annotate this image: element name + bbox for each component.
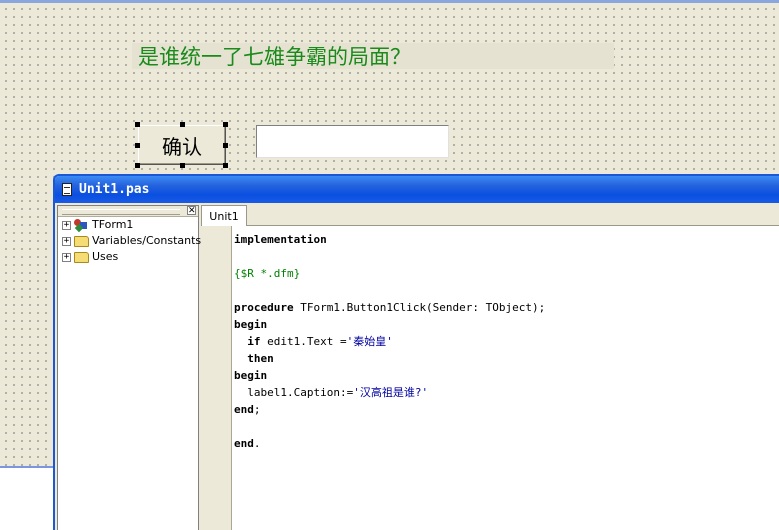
editor-titlebar[interactable]: Unit1.pas xyxy=(55,176,779,203)
code-text-span: ; xyxy=(253,403,261,416)
tree-item-label: Uses xyxy=(92,250,119,263)
tree-item-label: Variables/Constants xyxy=(92,234,202,247)
code-line: end; xyxy=(234,401,545,418)
explorer-header[interactable]: ✕ xyxy=(58,206,198,217)
code-line: begin xyxy=(234,316,545,333)
resize-handle-top-left[interactable] xyxy=(135,122,140,127)
compiler-directive: {$R *.dfm} xyxy=(234,267,301,280)
expand-icon[interactable]: + xyxy=(62,252,71,262)
keyword: end xyxy=(234,437,254,450)
code-line: procedure TForm1.Button1Click(Sender: TO… xyxy=(234,299,545,316)
code-line: {$R *.dfm} xyxy=(234,265,545,282)
tab-unit1[interactable]: Unit1 xyxy=(201,205,247,226)
keyword: implementation xyxy=(234,233,327,246)
document-icon xyxy=(62,183,72,196)
code-explorer-pane[interactable]: ✕ + TForm1 + Variables/Constants + Uses xyxy=(57,205,201,530)
folder-icon xyxy=(74,251,89,263)
resize-handle-bottom-right[interactable] xyxy=(223,163,228,168)
window-title: Unit1.pas xyxy=(79,182,150,197)
keyword: begin xyxy=(234,318,268,331)
form-icon xyxy=(74,219,89,233)
code-text-span: label1.Caption:= xyxy=(234,386,354,399)
tree-item-uses[interactable]: + Uses xyxy=(62,249,118,265)
tree-item-variables-constants[interactable]: + Variables/Constants xyxy=(62,233,201,249)
keyword: then xyxy=(247,352,274,365)
keyword: end xyxy=(234,403,254,416)
code-editor-window[interactable]: Unit1.pas ✕ + TForm1 + Variables/Constants… xyxy=(53,174,779,530)
keyword: if xyxy=(247,335,261,348)
keyword: begin xyxy=(234,369,268,382)
designer-border xyxy=(0,466,56,468)
code-line: label1.Caption:='汉高祖是谁?' xyxy=(234,384,545,401)
resize-handle-top-right[interactable] xyxy=(223,122,228,127)
editor-gutter[interactable] xyxy=(201,226,232,530)
code-editor[interactable]: implementation {$R *.dfm} procedure TFor… xyxy=(232,226,779,530)
string-literal: '秦始皇' xyxy=(346,335,393,348)
code-text-span: TForm1.Button1Click(Sender: TObject); xyxy=(293,301,546,314)
resize-handle-bottom-center[interactable] xyxy=(180,163,185,168)
drag-grip[interactable] xyxy=(62,209,180,215)
close-icon[interactable]: ✕ xyxy=(187,206,196,216)
expand-icon[interactable]: + xyxy=(62,220,71,230)
code-line: then xyxy=(234,350,545,367)
answer-edit-field[interactable] xyxy=(256,125,449,158)
confirm-button[interactable]: 确认 xyxy=(138,125,226,165)
resize-handle-top-center[interactable] xyxy=(180,122,185,127)
resize-handle-middle-right[interactable] xyxy=(223,143,228,148)
code-line: implementation xyxy=(234,231,545,248)
string-literal: '汉高祖是谁?' xyxy=(353,386,429,399)
resize-handle-middle-left[interactable] xyxy=(135,143,140,148)
folder-icon xyxy=(74,235,89,247)
code-line: if edit1.Text ='秦始皇' xyxy=(234,333,545,350)
code-line: begin xyxy=(234,367,545,384)
code-text-span: edit1.Text = xyxy=(260,335,347,348)
code-line: end. xyxy=(234,435,545,452)
expand-icon[interactable]: + xyxy=(62,236,71,246)
code-text[interactable]: implementation {$R *.dfm} procedure TFor… xyxy=(234,231,545,452)
tree-item-tform1[interactable]: + TForm1 xyxy=(62,217,133,233)
code-text-span: . xyxy=(253,437,261,450)
resize-handle-bottom-left[interactable] xyxy=(135,163,140,168)
question-label[interactable]: 是谁统一了七雄争霸的局面？ xyxy=(132,43,614,69)
tree-item-label: TForm1 xyxy=(92,218,134,231)
keyword: procedure xyxy=(234,301,294,314)
